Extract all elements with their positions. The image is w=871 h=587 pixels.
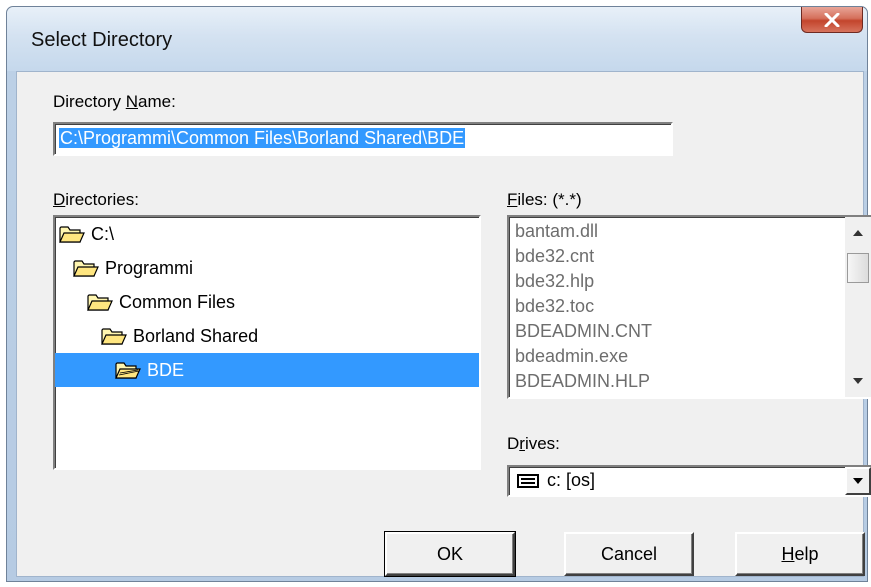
directory-item-programmi[interactable]: Programmi	[73, 251, 193, 285]
drives-selected-value: c: [os]	[517, 470, 595, 491]
files-label: Files: (*.*)	[507, 190, 582, 209]
select-directory-window: Select Directory Directory Name: C:\Prog…	[6, 6, 871, 582]
drives-label: Drives:	[507, 434, 560, 453]
directory-item-label: Common Files	[119, 291, 236, 312]
directory-item-label: C:\	[91, 223, 115, 244]
close-button[interactable]	[801, 7, 863, 33]
cancel-button[interactable]: Cancel	[564, 532, 694, 576]
directory-name-label: Directory Name:	[53, 92, 176, 111]
directory-item-common-files[interactable]: Common Files	[87, 285, 235, 319]
scroll-up-button[interactable]	[845, 221, 871, 245]
chevron-down-icon	[853, 478, 863, 484]
directory-item-label: Programmi	[105, 257, 194, 278]
window-title: Select Directory	[31, 29, 173, 51]
directory-item-borland-shared[interactable]: Borland Shared	[101, 319, 258, 353]
file-item[interactable]: BDEADMIN.CNT	[515, 321, 652, 342]
file-item[interactable]: BDEADMIN.HLP	[515, 371, 650, 392]
files-list[interactable]: bantam.dll bde32.cnt bde32.hlp bde32.toc…	[507, 215, 871, 399]
folder-open-icon	[59, 226, 85, 243]
folder-open-icon	[101, 328, 127, 345]
directory-item-c[interactable]: C:\	[59, 217, 114, 251]
directory-item-bde[interactable]: BDE	[55, 353, 479, 387]
scroll-down-button[interactable]	[845, 369, 871, 393]
scroll-thumb[interactable]	[847, 253, 869, 283]
file-item[interactable]: bde32.hlp	[515, 271, 594, 292]
directory-name-input[interactable]: C:\Programmi\Common Files\Borland Shared…	[53, 122, 673, 156]
files-scrollbar[interactable]	[845, 217, 871, 397]
file-item[interactable]: bde32.toc	[515, 296, 594, 317]
directory-name-value: C:\Programmi\Common Files\Borland Shared…	[59, 128, 466, 148]
ok-button[interactable]: OK	[384, 531, 516, 577]
file-item[interactable]: bde32.cnt	[515, 246, 594, 267]
directory-item-label: BDE	[147, 359, 185, 380]
folder-open-icon	[73, 260, 99, 277]
help-button[interactable]: Help	[735, 532, 865, 576]
directory-item-label: Borland Shared	[133, 325, 259, 346]
drive-icon	[517, 473, 539, 488]
scroll-up-icon	[853, 230, 863, 236]
drives-value-text: c: [os]	[547, 470, 596, 490]
drives-dropdown-button[interactable]	[845, 467, 871, 495]
dialog-client-area: Directory Name: C:\Programmi\Common File…	[16, 71, 871, 577]
scroll-down-icon	[853, 378, 863, 384]
close-icon	[824, 12, 840, 27]
folder-open-icon	[87, 294, 113, 311]
title-bar[interactable]: Select Directory	[7, 7, 867, 71]
folder-open-icon	[115, 362, 141, 379]
file-item[interactable]: bantam.dll	[515, 221, 598, 242]
directories-list[interactable]: C:\ Programmi Common Files Borland Share…	[53, 215, 481, 470]
file-item[interactable]: bdeadmin.exe	[515, 346, 628, 367]
drives-select[interactable]: c: [os]	[507, 465, 871, 497]
directories-label: Directories:	[53, 190, 139, 209]
